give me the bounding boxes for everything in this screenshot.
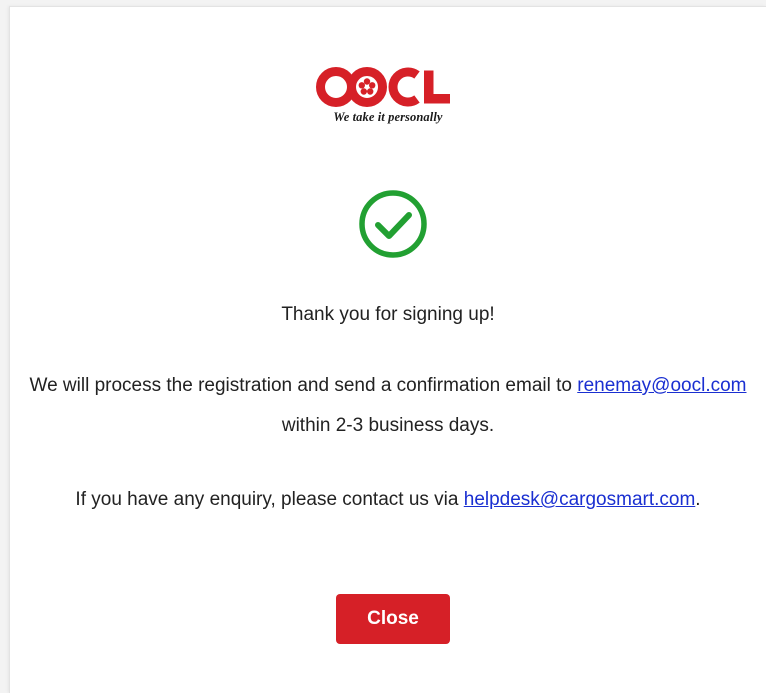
close-button[interactable]: Close [336, 594, 450, 644]
enquiry-text-prefix: If you have any enquiry, please contact … [75, 489, 464, 510]
thank-you-message: Thank you for signing up! [281, 304, 495, 325]
oocl-logo: We take it personally [10, 67, 766, 125]
oocl-logo-mark [316, 67, 450, 107]
confirmation-text-prefix: We will process the registration and sen… [29, 375, 578, 396]
confirmation-message: We will process the registration and sen… [10, 366, 766, 446]
user-email-link[interactable]: renemay@oocl.com [577, 375, 746, 396]
confirmation-text-suffix: within 2-3 business days. [281, 415, 495, 436]
enquiry-text-suffix: . [695, 489, 701, 510]
helpdesk-email-link[interactable]: helpdesk@cargosmart.com [464, 489, 696, 510]
enquiry-message: If you have any enquiry, please contact … [10, 480, 766, 520]
signup-confirmation-dialog: We take it personally Thank you for sign… [9, 6, 766, 693]
check-circle-icon [359, 190, 427, 258]
logo-tagline: We take it personally [333, 110, 443, 124]
page: We take it personally Thank you for sign… [0, 0, 766, 693]
